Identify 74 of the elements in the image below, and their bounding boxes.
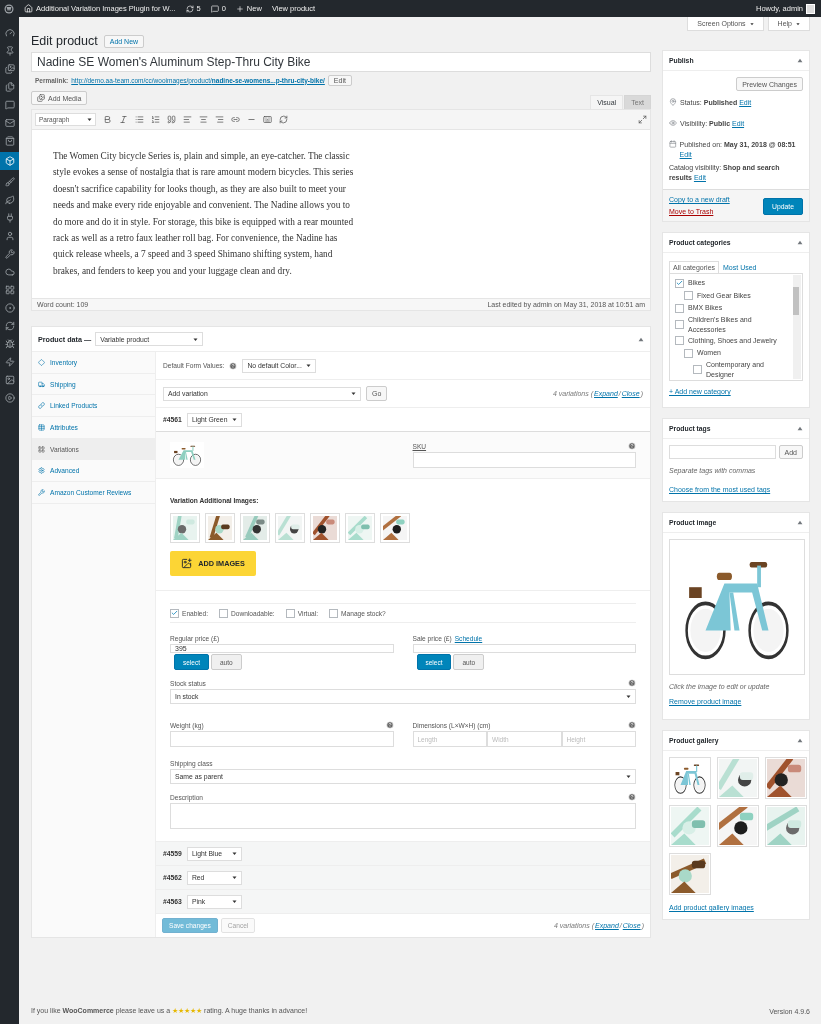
align-left-icon[interactable] (183, 115, 192, 124)
bullet-list-icon[interactable] (135, 115, 144, 124)
link-icon (38, 402, 45, 410)
sku-field[interactable] (412, 452, 636, 468)
caret-icon (626, 694, 631, 699)
truck-icon (38, 380, 45, 388)
caret-icon (193, 336, 199, 342)
description-text: The Women City bicycle Series is, plain and simple, an eye-catcher. The classic style evokes a sense of nostalgia that is rare amount modern bicycles. This series doesn't sacrifice capability for looks though, as they are also built to meet your needs and make every ride enjoyable and convenient. The Nadine allows you to do more and do it in style. For storage, this bike is equipped with a rear mounted rack as well as a retro faux leather roll bag. For convenience, the Nadine has quick release wheels, a 7 speed and 3 speed Shimano shifting system, hand brakes, and fenders to keep you and your luggage clean and dry. (53, 150, 355, 278)
caret-icon (87, 117, 92, 122)
pin-icon (669, 98, 677, 106)
help-icon (628, 721, 636, 729)
scrollbar[interactable] (793, 275, 801, 379)
checkbox[interactable] (675, 278, 684, 288)
table-icon (38, 423, 45, 431)
collapse-icon[interactable] (797, 738, 803, 743)
help-icon (628, 793, 636, 801)
collapse-icon[interactable] (638, 336, 644, 342)
price-field[interactable] (412, 644, 636, 653)
weight-field[interactable] (170, 731, 394, 747)
link-icon[interactable] (231, 115, 240, 124)
checkbox[interactable] (693, 365, 702, 374)
diamond-icon (38, 358, 45, 366)
caret-icon (231, 851, 237, 856)
box-icon[interactable] (0, 152, 19, 170)
numbered-list-icon[interactable] (151, 115, 160, 124)
wrench-icon (38, 488, 45, 496)
checkbox[interactable] (219, 608, 229, 618)
checkbox[interactable] (684, 291, 693, 301)
checkbox[interactable] (675, 303, 684, 313)
title-field[interactable]: Nadine SE Women's Aluminum Step-Thru City Bike (31, 52, 651, 72)
avatar-icon (806, 3, 815, 14)
align-right-icon[interactable] (215, 115, 224, 124)
collapse-icon[interactable] (797, 240, 803, 245)
caret-icon (306, 363, 312, 368)
description-field[interactable] (170, 803, 636, 829)
checkbox[interactable] (675, 336, 684, 346)
caret-icon (231, 899, 237, 904)
gear-icon (38, 467, 45, 475)
collapse-icon[interactable] (797, 58, 803, 63)
checkbox[interactable] (170, 608, 179, 618)
media-icon (37, 94, 45, 102)
checkbox[interactable] (675, 320, 684, 329)
checkbox[interactable] (684, 348, 693, 358)
fullscreen-icon[interactable] (638, 115, 647, 124)
page-title: Edit product (31, 34, 98, 48)
quote-icon[interactable] (167, 115, 176, 124)
caret-icon (351, 391, 356, 396)
comment-icon (210, 4, 219, 13)
help-icon (229, 361, 238, 370)
plus-icon (235, 4, 244, 13)
refresh-icon (185, 4, 194, 13)
refresh-icon[interactable] (279, 115, 288, 124)
checkbox[interactable] (285, 608, 295, 618)
home-icon (24, 4, 33, 13)
tag-field[interactable] (669, 445, 776, 459)
caret-icon (231, 417, 237, 422)
caret-icon (231, 875, 237, 880)
calendar-icon (669, 140, 677, 148)
keyboard-icon[interactable] (263, 115, 272, 124)
italic-icon[interactable] (119, 115, 128, 124)
collapse-icon[interactable] (797, 426, 803, 431)
checkbox[interactable] (329, 608, 339, 618)
wordpress-logo[interactable] (4, 3, 14, 14)
grid-icon (38, 445, 45, 453)
eye-icon (669, 119, 677, 127)
help-icon (628, 679, 636, 687)
image-plus-icon (181, 558, 193, 569)
collapse-icon[interactable] (797, 520, 803, 525)
help-icon (628, 442, 636, 450)
caret-icon (626, 774, 631, 779)
caret-icon (749, 21, 754, 26)
align-center-icon[interactable] (199, 115, 208, 124)
bold-icon[interactable] (103, 115, 112, 124)
help-icon (385, 721, 394, 729)
